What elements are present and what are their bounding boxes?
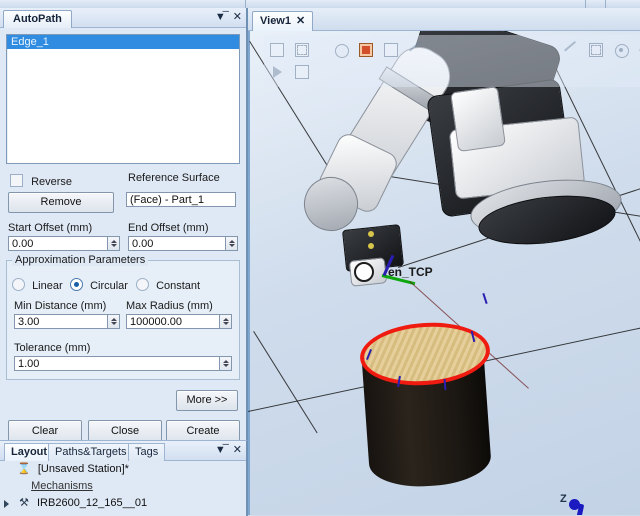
tab-paths-targets[interactable]: Paths&Targets bbox=[48, 443, 134, 461]
radio-constant[interactable]: Constant bbox=[136, 278, 200, 292]
pen-tool-screw bbox=[368, 243, 374, 249]
path-target-tick bbox=[482, 292, 488, 305]
reference-surface-label: Reference Surface bbox=[128, 172, 220, 184]
max-radius-input[interactable]: 100000.00 bbox=[126, 314, 232, 329]
tolerance-spin-buttons[interactable] bbox=[219, 356, 232, 371]
grid-snap-icon[interactable] bbox=[587, 41, 605, 59]
layout-panel: Layout Paths&Targets Tags ▼̅ ✕ ⌛ [Unsave… bbox=[0, 440, 248, 516]
play-icon[interactable] bbox=[268, 63, 286, 81]
target-icon[interactable] bbox=[612, 41, 630, 59]
snap-object-icon[interactable] bbox=[332, 41, 350, 59]
reference-surface-field[interactable]: (Face) - Part_1 bbox=[126, 192, 236, 207]
radio-constant-label: Constant bbox=[156, 280, 201, 292]
remove-button[interactable]: Remove bbox=[8, 192, 114, 213]
min-distance-spin-buttons[interactable] bbox=[107, 314, 120, 329]
gizmo-z-knob bbox=[569, 499, 580, 510]
radio-circular-label: Circular bbox=[90, 280, 128, 292]
tolerance-input[interactable]: 1.00 bbox=[14, 356, 232, 371]
tab-autopath[interactable]: AutoPath bbox=[3, 10, 72, 28]
tab-tags[interactable]: Tags bbox=[128, 443, 166, 461]
chevron-down-icon[interactable]: ▼̅ bbox=[215, 443, 226, 457]
viewport-left-border bbox=[248, 31, 250, 515]
end-offset-spin-buttons[interactable] bbox=[225, 236, 238, 251]
start-offset-input[interactable]: 0.00 bbox=[8, 236, 120, 251]
viewport-3d[interactable]: en_TCP Z bbox=[248, 31, 640, 515]
tree-item-station[interactable]: ⌛ [Unsaved Station]* bbox=[0, 461, 246, 478]
view-tab-bar: View1 ✕ bbox=[248, 8, 640, 31]
start-offset-label: Start Offset (mm) bbox=[8, 222, 93, 234]
autopath-panel: AutoPath ▼̅ ✕ Edge_1 Reverse Reference S… bbox=[0, 8, 248, 443]
tolerance-label: Tolerance (mm) bbox=[14, 342, 91, 354]
edge-list[interactable]: Edge_1 bbox=[6, 34, 240, 164]
snap-edge-icon[interactable] bbox=[407, 41, 425, 59]
min-distance-label: Min Distance (mm) bbox=[14, 300, 107, 312]
tree-item-robot[interactable]: ⚒ IRB2600_12_165__01 bbox=[0, 495, 246, 512]
start-offset-stepper[interactable]: 0.00 bbox=[8, 236, 120, 251]
end-offset-stepper[interactable]: 0.00 bbox=[128, 236, 238, 251]
pen-tool-dial bbox=[354, 262, 374, 282]
reverse-checkbox[interactable]: Reverse bbox=[10, 174, 72, 188]
chevron-right-icon[interactable] bbox=[4, 500, 9, 508]
station-icon: ⌛ bbox=[17, 463, 31, 475]
approximation-group-title: Approximation Parameters bbox=[12, 254, 149, 266]
axis-gizmo: Z Y bbox=[548, 493, 638, 515]
tree-item-label: [Unsaved Station]* bbox=[37, 463, 129, 475]
snap-center-icon[interactable] bbox=[357, 41, 375, 59]
gripper-finger-upper bbox=[450, 85, 506, 153]
robot-icon: ⚒ bbox=[19, 497, 29, 509]
end-offset-label: End Offset (mm) bbox=[128, 222, 209, 234]
start-offset-spin-buttons[interactable] bbox=[107, 236, 120, 251]
tcp-label: en_TCP bbox=[388, 265, 433, 279]
close-icon[interactable]: ✕ bbox=[233, 443, 242, 457]
select-all-icon[interactable] bbox=[293, 41, 311, 59]
tab-view1[interactable]: View1 ✕ bbox=[252, 11, 314, 31]
max-radius-spin-buttons[interactable] bbox=[219, 314, 232, 329]
tab-layout[interactable]: Layout bbox=[4, 443, 55, 461]
checkbox-box[interactable] bbox=[10, 174, 23, 187]
grid-line bbox=[253, 331, 318, 434]
close-icon[interactable]: ✕ bbox=[296, 15, 305, 27]
list-item[interactable]: Edge_1 bbox=[7, 35, 239, 49]
panel-seam-left bbox=[245, 0, 246, 8]
max-radius-label: Max Radius (mm) bbox=[126, 300, 213, 312]
station-tree[interactable]: ⌛ [Unsaved Station]* Mechanisms ⚒ IRB260… bbox=[0, 461, 246, 512]
tree-item-label: IRB2600_12_165__01 bbox=[37, 497, 148, 509]
tolerance-stepper[interactable]: 1.00 bbox=[14, 356, 232, 371]
more-button[interactable]: More >> bbox=[176, 390, 238, 411]
chevron-down-icon[interactable]: ▼̅ bbox=[215, 10, 226, 24]
min-distance-input[interactable]: 3.00 bbox=[14, 314, 120, 329]
radio-linear[interactable]: Linear bbox=[12, 278, 63, 292]
stop-icon[interactable] bbox=[293, 63, 311, 81]
view-panel: View1 ✕ en_TCP Z bbox=[248, 8, 640, 515]
radio-button[interactable] bbox=[70, 278, 83, 291]
select-rect-icon[interactable] bbox=[268, 41, 286, 59]
close-icon[interactable]: ✕ bbox=[233, 10, 242, 24]
layout-panel-tabs: Layout Paths&Targets Tags ▼̅ ✕ bbox=[0, 441, 246, 461]
radio-linear-label: Linear bbox=[32, 280, 63, 292]
radio-button[interactable] bbox=[12, 278, 25, 291]
radio-circular[interactable]: Circular bbox=[70, 278, 128, 292]
tree-item-label[interactable]: Mechanisms bbox=[31, 480, 93, 492]
panel-seam-mid bbox=[585, 0, 586, 8]
snap-midpoint-icon[interactable] bbox=[382, 41, 400, 59]
viewport-floating-toolbar[interactable] bbox=[264, 35, 640, 87]
max-radius-stepper[interactable]: 100000.00 bbox=[126, 314, 232, 329]
end-offset-input[interactable]: 0.00 bbox=[128, 236, 238, 251]
radio-button[interactable] bbox=[136, 278, 149, 291]
tab-view1-label: View1 bbox=[260, 15, 291, 27]
min-distance-stepper[interactable]: 3.00 bbox=[14, 314, 120, 329]
reverse-label: Reverse bbox=[31, 176, 73, 188]
panel-seam-right bbox=[605, 0, 606, 8]
autopath-panel-header: AutoPath ▼̅ ✕ bbox=[0, 8, 246, 28]
pen-tool-screw bbox=[368, 231, 374, 237]
tree-item-mechanisms[interactable]: Mechanisms bbox=[0, 478, 246, 495]
measure-icon[interactable] bbox=[562, 41, 580, 59]
gizmo-z-label: Z bbox=[560, 493, 567, 505]
